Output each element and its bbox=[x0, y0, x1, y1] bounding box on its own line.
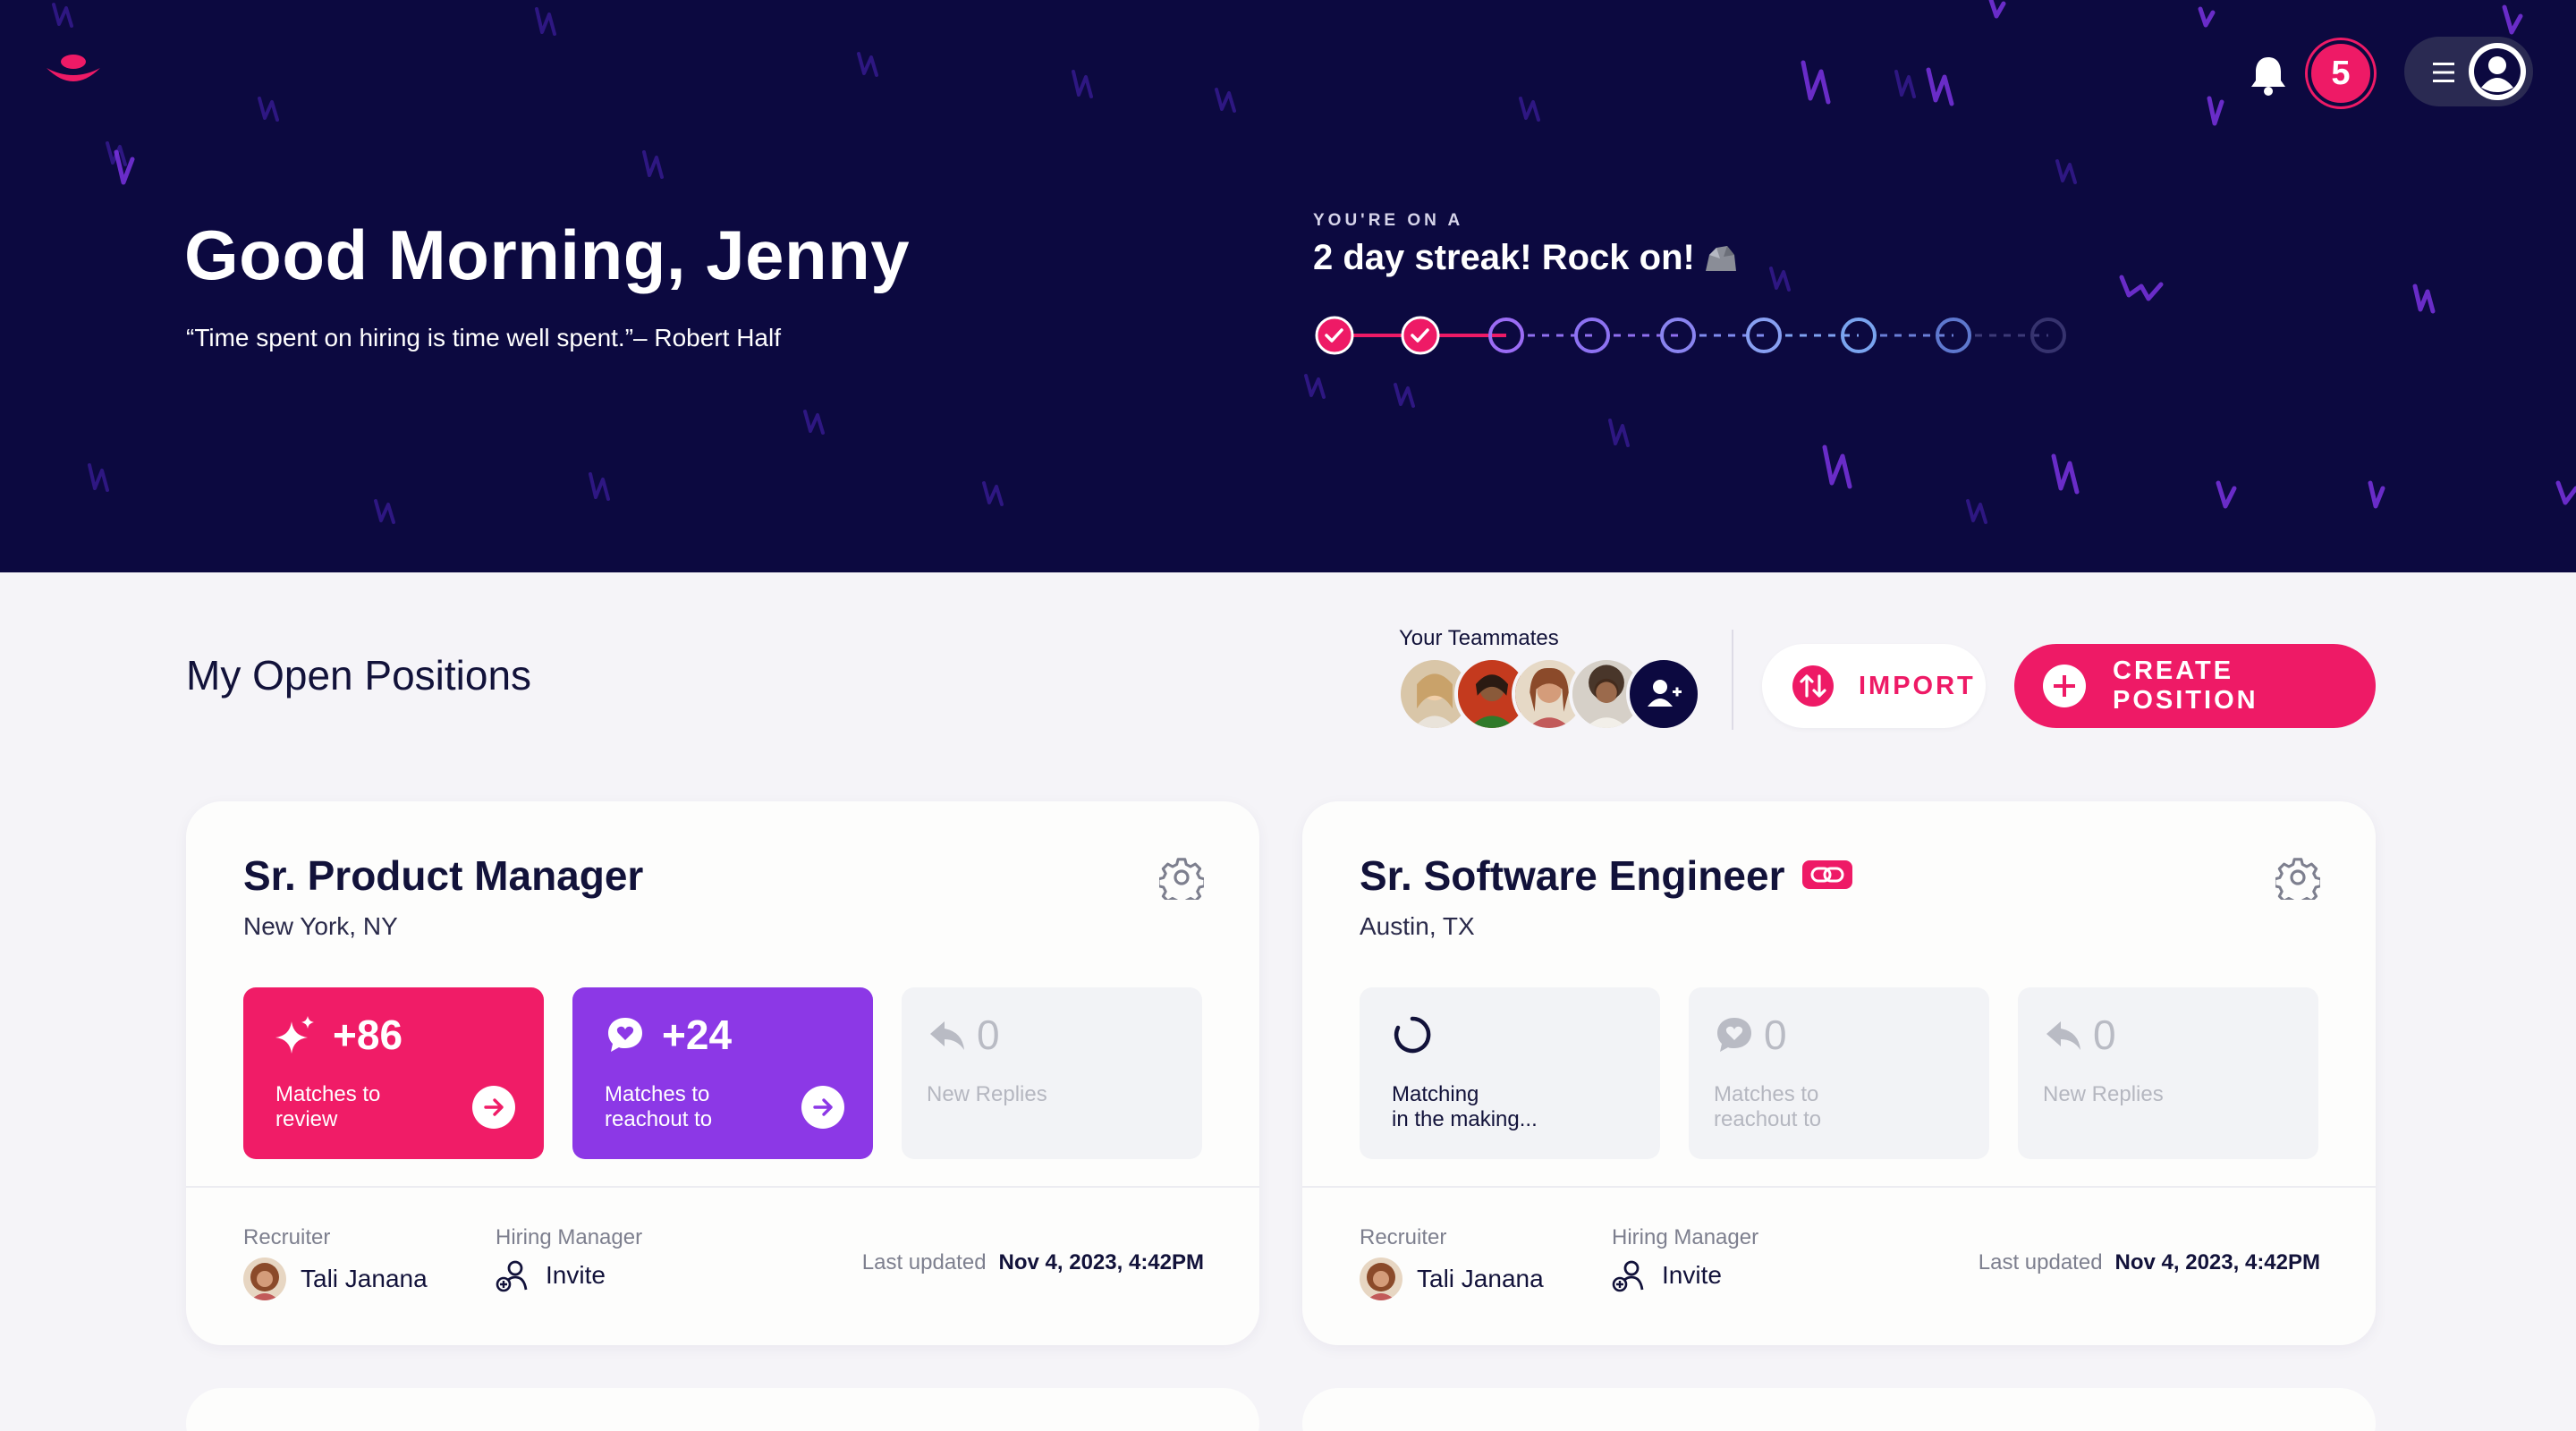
position-card-partial[interactable] bbox=[186, 1388, 1259, 1431]
streak-progress bbox=[1315, 316, 2066, 355]
avatar bbox=[243, 1257, 286, 1300]
recruiter-name: Tali Janana bbox=[301, 1265, 428, 1292]
recruiter-value[interactable]: Tali Janana bbox=[1360, 1257, 1544, 1300]
add-teammate-icon bbox=[1648, 680, 1682, 707]
teammates-label: Your Teammates bbox=[1399, 626, 1559, 650]
last-updated-value: Nov 4, 2023, 4:42PM bbox=[2114, 1250, 2320, 1274]
position-location: Austin, TX bbox=[1360, 912, 1475, 940]
stat-value: 0 bbox=[2093, 1012, 2116, 1058]
add-teammate-button[interactable] bbox=[1626, 656, 1701, 732]
position-location: New York, NY bbox=[243, 912, 398, 940]
chat-heart-icon bbox=[608, 1018, 642, 1052]
hamburger-icon bbox=[2433, 63, 2454, 82]
import-label: IMPORT bbox=[1859, 671, 1976, 700]
new-replies-tile: 0 New Replies bbox=[2018, 987, 2318, 1159]
greeting-heading: Good Morning, Jenny bbox=[184, 216, 911, 294]
account-menu-button[interactable] bbox=[2404, 37, 2533, 106]
plus-icon bbox=[2043, 665, 2086, 707]
arrow-right-icon[interactable] bbox=[472, 1086, 515, 1129]
teammates-avatars bbox=[1397, 656, 1710, 732]
notification-badge[interactable]: 5 bbox=[2308, 40, 2374, 106]
streak-day-1 bbox=[1315, 316, 1354, 355]
invite-hiring-manager-button[interactable]: Invite bbox=[496, 1257, 606, 1293]
reply-icon bbox=[930, 1021, 964, 1050]
stat-value: +24 bbox=[662, 1012, 733, 1058]
create-position-label: CREATE POSITION bbox=[2113, 656, 2258, 715]
streak-title: 2 day streak! Rock on! bbox=[1313, 238, 1738, 278]
streak-title-text: 2 day streak! Rock on! bbox=[1313, 238, 1695, 277]
position-card-partial[interactable] bbox=[1302, 1388, 2376, 1431]
loading-icon bbox=[1394, 1016, 1431, 1054]
reply-icon bbox=[2046, 1021, 2080, 1050]
user-avatar-icon bbox=[2469, 43, 2526, 100]
hiring-manager-label: Hiring Manager bbox=[1612, 1225, 1759, 1249]
new-replies-tile: 0 New Replies bbox=[902, 987, 1202, 1159]
recruiter-name: Tali Janana bbox=[1417, 1265, 1544, 1292]
import-button[interactable]: IMPORT bbox=[1762, 644, 1986, 728]
position-title[interactable]: Sr. Software Engineer bbox=[1360, 851, 1853, 900]
stat-label: Matching in the making... bbox=[1392, 1082, 1538, 1131]
recruiter-value[interactable]: Tali Janana bbox=[243, 1257, 428, 1300]
streak-kicker: YOU'RE ON A bbox=[1313, 211, 1464, 230]
matches-to-reachout-tile: 0 Matches to reachout to bbox=[1689, 987, 1989, 1159]
sparkle-icon bbox=[275, 1016, 314, 1054]
stat-label: New Replies bbox=[927, 1082, 1047, 1106]
stat-value: 0 bbox=[977, 1012, 1000, 1058]
rock-icon bbox=[1705, 246, 1736, 271]
gear-icon[interactable] bbox=[2275, 855, 2320, 900]
recruiter-label: Recruiter bbox=[1360, 1225, 1447, 1249]
invite-label: Invite bbox=[546, 1261, 606, 1289]
stat-value: 0 bbox=[1764, 1012, 1787, 1058]
logo-icon[interactable] bbox=[43, 48, 104, 93]
hero-banner: 5 Good Morning, Jenny “Time spent on hir… bbox=[0, 0, 2576, 572]
matching-in-progress-tile: Matching in the making... bbox=[1360, 987, 1660, 1159]
stat-value: +86 bbox=[333, 1012, 403, 1058]
streak-day-2 bbox=[1401, 316, 1440, 355]
last-updated: Last updated Nov 4, 2023, 4:42PM bbox=[1978, 1250, 2320, 1274]
arrow-right-icon[interactable] bbox=[801, 1086, 844, 1129]
create-position-button[interactable]: CREATE POSITION bbox=[2014, 644, 2376, 728]
matches-to-review-tile[interactable]: +86 Matches to review bbox=[243, 987, 544, 1159]
stat-label: Matches to reachout to bbox=[605, 1082, 713, 1131]
import-icon bbox=[1792, 665, 1834, 707]
greeting-quote: “Time spent on hiring is time well spent… bbox=[186, 324, 781, 351]
stat-label: Matches to reachout to bbox=[1714, 1082, 1822, 1131]
bell-icon[interactable] bbox=[2249, 54, 2288, 97]
invite-user-icon bbox=[1612, 1260, 1644, 1292]
toolbar-divider bbox=[1732, 630, 1733, 730]
last-updated: Last updated Nov 4, 2023, 4:42PM bbox=[861, 1250, 1204, 1274]
card-divider bbox=[1302, 1186, 2376, 1188]
gear-icon[interactable] bbox=[1159, 855, 1204, 900]
chat-heart-icon bbox=[1717, 1018, 1751, 1052]
last-updated-value: Nov 4, 2023, 4:42PM bbox=[998, 1250, 1204, 1274]
stat-label: New Replies bbox=[2043, 1082, 2164, 1106]
avatar bbox=[1360, 1257, 1402, 1300]
position-card[interactable]: Sr. Software Engineer Austin, TX Matchin… bbox=[1302, 801, 2376, 1345]
recruiter-label: Recruiter bbox=[243, 1225, 331, 1249]
card-divider bbox=[186, 1186, 1259, 1188]
link-icon bbox=[1802, 860, 1853, 889]
position-card[interactable]: Sr. Product Manager New York, NY +86 Mat… bbox=[186, 801, 1259, 1345]
hiring-manager-label: Hiring Manager bbox=[496, 1225, 643, 1249]
stat-label: Matches to review bbox=[275, 1082, 381, 1131]
section-title: My Open Positions bbox=[186, 652, 532, 699]
position-title[interactable]: Sr. Product Manager bbox=[243, 851, 643, 900]
invite-label: Invite bbox=[1662, 1261, 1722, 1289]
invite-hiring-manager-button[interactable]: Invite bbox=[1612, 1257, 1722, 1293]
invite-user-icon bbox=[496, 1260, 528, 1292]
matches-to-reachout-tile[interactable]: +24 Matches to reachout to bbox=[572, 987, 873, 1159]
